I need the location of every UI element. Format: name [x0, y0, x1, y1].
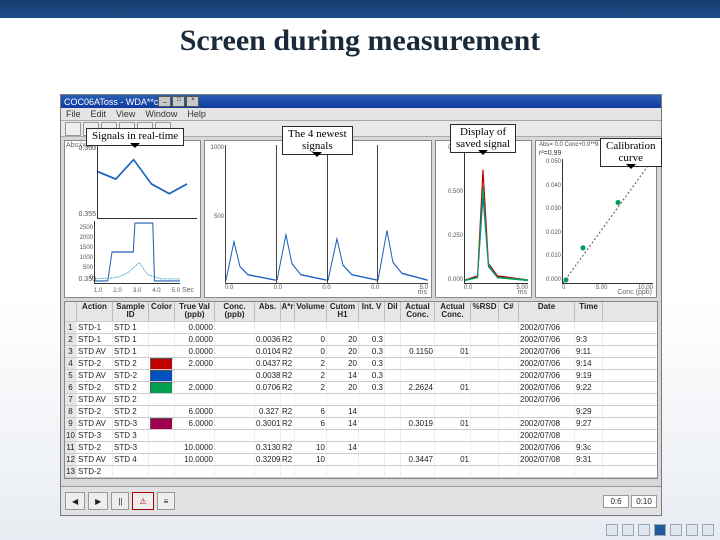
table-row[interactable]: 2STD-1STD 10.00000.0036R20200.32002/07/0… — [65, 334, 657, 346]
pager-dot[interactable] — [622, 524, 634, 536]
pager-1[interactable]: 0:6 — [603, 495, 629, 508]
pager-dot[interactable] — [638, 524, 650, 536]
table-row[interactable]: 7STD AVSTD 22002/07/06 — [65, 394, 657, 406]
table-row[interactable]: 4STD-2STD 22.00000.0437R22200.32002/07/0… — [65, 358, 657, 370]
table-row[interactable]: 6STD-2STD 22.00000.0706R22200.32.2624012… — [65, 382, 657, 394]
statusbar-button-next[interactable]: ▶ — [88, 492, 108, 510]
pager-dot[interactable] — [606, 524, 618, 536]
plots-row: Abs:(x10) 0.3600.3550.350 25002000150010… — [61, 137, 661, 298]
saved-signal-panel: 0.7500.5000.2500.000 0.05.00 ms — [435, 140, 532, 298]
cal-r2: r²=0.99 — [539, 150, 561, 157]
menubar: File Edit View Window Help — [61, 108, 661, 120]
results-table[interactable]: ActionSample IDColorTrue Val (ppb)Conc. … — [64, 301, 658, 479]
maximize-button[interactable]: □ — [172, 96, 185, 107]
table-row[interactable]: 10STD-3STD 32002/07/08 — [65, 430, 657, 442]
app-titlebar[interactable]: COC06AToss - WDA**c _ □ × — [61, 95, 661, 108]
table-header: ActionSample IDColorTrue Val (ppb)Conc. … — [65, 302, 657, 322]
statusbar-button-list[interactable]: ≡ — [157, 492, 176, 510]
pager-dot[interactable] — [686, 524, 698, 536]
pager-dot[interactable] — [702, 524, 714, 536]
realtime-signal-panel: Abs:(x10) 0.3600.3550.350 25002000150010… — [64, 140, 201, 298]
close-button[interactable]: × — [186, 96, 199, 107]
pager-2[interactable]: 0:10 — [631, 495, 657, 508]
cal-xlabel: Conc (ppb) — [617, 289, 652, 296]
table-row[interactable]: 12STD AVSTD 410.00000.3209R2100.34470120… — [65, 454, 657, 466]
menu-window[interactable]: Window — [145, 109, 177, 119]
temp-xlabel: Sec — [182, 287, 194, 294]
table-row[interactable]: 1STD-1STD 10.00002002/07/06 — [65, 322, 657, 334]
toolbar-button-1[interactable] — [65, 122, 81, 136]
table-row[interactable]: 9STD AVSTD-36.00000.3001R26140.301901200… — [65, 418, 657, 430]
statusbar-button-pause[interactable]: || — [111, 492, 129, 510]
cal-subtitle: Abs= 0.0 Conc+0.0**9 — [539, 142, 598, 148]
menu-edit[interactable]: Edit — [91, 109, 107, 119]
menu-view[interactable]: View — [116, 109, 135, 119]
table-row[interactable]: 8STD-2STD 26.00000.327R26149:29 — [65, 406, 657, 418]
table-row[interactable]: 13STD-2 — [65, 466, 657, 478]
app-window: COC06AToss - WDA**c _ □ × File Edit View… — [60, 94, 662, 516]
table-row[interactable]: 3STD AVSTD 10.00000.0104R20200.30.115001… — [65, 346, 657, 358]
minimize-button[interactable]: _ — [158, 96, 171, 107]
table-row[interactable]: 11STD-2STD-310.00000.3130R210142002/07/0… — [65, 442, 657, 454]
statusbar-button-prev[interactable]: ◀ — [65, 492, 85, 510]
app-title-text: COC06AToss - WDA**c — [64, 97, 158, 107]
newest-signals-panel: 1000500 0.00.00.00.05.0 ms — [204, 140, 432, 298]
table-row[interactable]: 5STD AVSTD-20.0038R22140.32002/07/069:19 — [65, 370, 657, 382]
callout-saved: Display ofsaved signal — [450, 124, 516, 153]
realtime-line — [98, 145, 197, 218]
pager-dot-current[interactable] — [654, 524, 666, 536]
callout-newest: The 4 newestsignals — [282, 126, 353, 155]
pager-dot[interactable] — [670, 524, 682, 536]
callout-cal: Calibrationcurve — [600, 138, 662, 167]
status-bar: ◀ ▶ || ⚠ ≡ 0:6 0:10 — [61, 486, 661, 515]
slide-pager — [606, 524, 714, 536]
slide-title: Screen during measurement — [0, 24, 720, 58]
menu-file[interactable]: File — [66, 109, 81, 119]
statusbar-button-warn[interactable]: ⚠ — [132, 492, 153, 510]
temp-chart: 25002000150010005000 1.02.03.04.05.0 Sec — [66, 221, 198, 295]
callout-realtime: Signals in real-time — [86, 128, 184, 146]
menu-help[interactable]: Help — [187, 109, 206, 119]
slide-top-bar — [0, 0, 720, 18]
